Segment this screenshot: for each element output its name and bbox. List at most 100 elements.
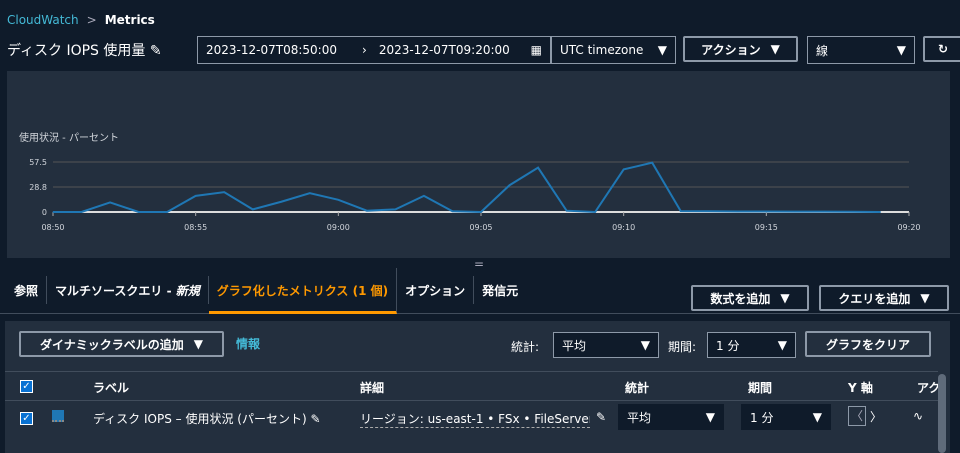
refresh-icon: ↻ — [937, 42, 949, 56]
edit-icon[interactable]: ✎ — [596, 410, 606, 424]
header-y-axis: Y 軸 — [848, 381, 873, 395]
tab-multi-source-query[interactable]: マルチソースクエリ - 新規 — [47, 276, 209, 304]
data-point — [680, 210, 682, 212]
data-point — [623, 168, 625, 170]
page-title: ディスク IOPS 使用量 ✎ — [7, 40, 162, 60]
dynamic-label-text: ダイナミックラベルの追加 — [40, 337, 184, 352]
header-details: 詳細 — [360, 381, 385, 395]
x-tick-label: 08:55 — [184, 223, 207, 232]
data-point — [337, 199, 339, 201]
row-label[interactable]: ディスク IOPS – 使用状況 (パーセント) ✎ — [93, 410, 321, 427]
x-tick-label: 08:50 — [41, 223, 64, 232]
tab-source[interactable]: 発信元 — [474, 276, 526, 304]
y-axis-right-button[interactable]: 〉 — [870, 408, 882, 425]
select-all-checkbox[interactable]: ✓ — [20, 380, 33, 393]
data-point — [537, 167, 539, 169]
data-point — [765, 210, 767, 212]
label-text: ディスク IOPS – 使用状況 (パーセント) — [93, 412, 307, 426]
data-point — [52, 211, 54, 213]
data-point — [138, 211, 140, 213]
data-point — [223, 191, 225, 193]
data-point — [509, 184, 511, 186]
data-point — [109, 201, 111, 203]
x-tick-label: 09:20 — [897, 223, 920, 232]
period-select[interactable]: 1 分 ▼ — [707, 332, 796, 358]
data-point — [423, 195, 425, 197]
data-point — [366, 210, 368, 212]
data-point — [879, 211, 881, 213]
row-stat-select[interactable]: 平均 ▼ — [618, 404, 724, 430]
line-chart: 使用状況 - パーセント 0 28.8 57.5 08:50 08:55 09:00 09:0… — [19, 131, 921, 232]
edit-icon[interactable]: ✎ — [150, 43, 162, 59]
caret-down-icon: ▼ — [770, 42, 780, 56]
clear-label: グラフをクリア — [825, 337, 910, 352]
start-time: 2023-12-07T08:50:00 — [206, 43, 337, 57]
add-math-button[interactable]: 数式を追加 ▼ — [691, 285, 809, 311]
stat-label: 統計: — [511, 340, 540, 354]
y-tick-label: 28.8 — [29, 183, 47, 192]
divider — [5, 400, 938, 401]
actions-button[interactable]: アクション ▼ — [683, 36, 798, 62]
tab-options[interactable]: オプション — [397, 276, 475, 304]
timezone-select[interactable]: UTC timezone ▼ — [551, 36, 676, 64]
period-value: 1 分 — [716, 338, 740, 353]
refresh-button[interactable]: ↻ — [923, 36, 960, 62]
tab-bar: 参照 マルチソースクエリ - 新規 グラフ化したメトリクス (1 個) オプショ… — [0, 268, 960, 314]
time-range-picker[interactable]: 2023-12-07T08:50:00 › 2023-12-07T09:20:0… — [197, 36, 551, 64]
info-link[interactable]: 情報 — [236, 335, 260, 352]
title-text: ディスク IOPS 使用量 — [7, 43, 146, 59]
y-tick-label: 57.5 — [29, 158, 47, 167]
row-checkbox[interactable]: ✓ — [20, 412, 33, 425]
stat-select[interactable]: 平均 ▼ — [553, 332, 659, 358]
timezone-value: UTC timezone — [560, 43, 644, 57]
tab-browse[interactable]: 参照 — [0, 276, 48, 304]
x-tick-label: 09:15 — [755, 223, 778, 232]
header-period: 期間 — [748, 381, 773, 395]
breadcrumb-current: Metrics — [104, 13, 155, 27]
caret-down-icon: ▼ — [705, 410, 715, 424]
breadcrumb-cloudwatch[interactable]: CloudWatch — [7, 13, 79, 27]
chevron-right-icon: > — [86, 13, 97, 27]
data-point — [309, 192, 311, 194]
scrollbar[interactable] — [938, 374, 946, 453]
edit-icon[interactable]: ✎ — [310, 412, 320, 426]
add-query-button[interactable]: クエリを追加 ▼ — [819, 285, 949, 311]
data-point — [81, 211, 83, 213]
caret-down-icon: ▼ — [193, 337, 203, 351]
row-stat-value: 平均 — [627, 410, 652, 425]
data-point — [651, 162, 653, 164]
data-point — [566, 210, 568, 212]
data-point — [451, 210, 453, 212]
caret-down-icon: ▼ — [896, 43, 906, 57]
clear-graph-button[interactable]: グラフをクリア — [805, 331, 931, 357]
arrow-right-icon: › — [362, 43, 367, 57]
tab-graphed-metrics[interactable]: グラフ化したメトリクス (1 個) — [208, 268, 398, 314]
color-swatch[interactable] — [52, 410, 64, 422]
chart-type-select[interactable]: 線 ▼ — [807, 36, 915, 64]
caret-down-icon: ▼ — [780, 291, 790, 305]
chart-panel: 使用状況 - パーセント 0 28.8 57.5 08:50 08:55 09:00 09:0… — [7, 71, 950, 258]
caret-down-icon: ▼ — [640, 338, 650, 352]
tab-label: マルチソースクエリ - — [55, 284, 176, 298]
period-label: 期間: — [668, 340, 697, 354]
add-math-label: 数式を追加 — [710, 291, 771, 306]
caret-down-icon: ▼ — [812, 410, 822, 424]
data-point — [280, 201, 282, 203]
header-actions: アク — [917, 381, 941, 395]
row-details[interactable]: リージョン: us-east-1 • FSx • FileServerDi — [360, 410, 590, 428]
caret-down-icon: ▼ — [777, 338, 787, 352]
data-point — [252, 208, 254, 210]
data-point — [822, 211, 824, 213]
row-period-select[interactable]: 1 分 ▼ — [741, 404, 831, 430]
divider — [5, 371, 938, 372]
calendar-icon: ▦ — [530, 43, 542, 57]
data-point — [394, 208, 396, 210]
pulse-icon[interactable]: ∿ — [913, 409, 923, 423]
y-axis-left-button[interactable]: 〈 — [848, 406, 866, 426]
stat-value: 平均 — [562, 338, 587, 353]
row-period-value: 1 分 — [750, 410, 774, 425]
dynamic-label-button[interactable]: ダイナミックラベルの追加 ▼ — [19, 331, 224, 357]
end-time: 2023-12-07T09:20:00 — [378, 43, 510, 57]
data-point — [195, 195, 197, 197]
data-point — [480, 211, 482, 213]
